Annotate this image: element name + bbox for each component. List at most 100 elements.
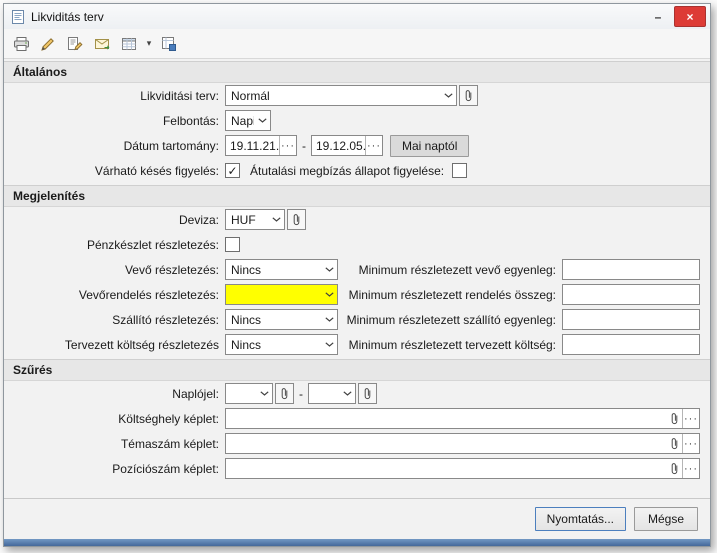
envelope-icon [94,36,111,52]
transfer-watch-label: Átutalási megbízás állapot figyelése: [250,164,444,178]
supplier-detail-label: Szállító részletezés: [4,313,225,327]
planned-cost-min-label: Minimum részletezett tervezett költség: [338,338,562,352]
journal-separator: - [299,387,303,401]
customer-detail-select[interactable]: Nincs [225,259,338,280]
position-attachment-button[interactable] [666,459,682,478]
customer-min-balance-input[interactable] [562,259,700,280]
chevron-down-icon [325,267,334,272]
position-formula-label: Pozíciószám képlet: [4,462,225,476]
supplier-min-label: Minimum részletezett szállító egyenleg: [338,313,562,327]
liquidity-plan-label: Likviditási terv: [4,89,225,103]
currency-attachment-button[interactable] [287,209,306,230]
position-formula-browse-button[interactable]: ··· [682,459,699,478]
section-general: Általános [4,61,710,83]
toolbar: ▾ [4,29,710,59]
order-detail-label: Vevőrendelés részletezés: [4,288,225,302]
planned-cost-detail-label: Tervezett költség részletezés [4,338,225,352]
dialog-content: Általános Likviditási terv: Normál Felbo… [4,59,710,498]
liquidity-plan-attachment-button[interactable] [459,85,478,106]
chevron-down-icon [325,292,334,297]
print-toolbar-button[interactable] [9,32,33,56]
position-formula-input[interactable]: ··· [225,458,700,479]
watch-flags-row: Várható késés figyelés: ✓ Átutalási megb… [4,158,710,183]
chevron-down-icon [258,118,267,123]
cash-detail-checkbox[interactable] [225,237,240,252]
grid-settings-toolbar-button[interactable] [157,32,181,56]
grid-view-dropdown-caret[interactable]: ▾ [144,32,154,56]
document-pencil-icon [67,36,83,52]
close-button[interactable]: × [674,6,706,27]
customer-detail-row: Vevő részletezés: Nincs Minimum részlete… [4,257,710,282]
currency-select[interactable]: HUF [225,209,285,230]
email-toolbar-button[interactable] [90,32,114,56]
titlebar[interactable]: Likviditás terv – × [4,4,710,29]
paperclip-icon [292,213,301,226]
cash-detail-label: Pénzkészlet részletezés: [4,238,225,252]
section-display: Megjelenítés [4,185,710,207]
costcenter-formula-label: Költséghely képlet: [4,412,225,426]
edit-form-toolbar-button[interactable] [63,32,87,56]
cash-detail-row: Pénzkészlet részletezés: [4,232,710,257]
dialog-window: Likviditás terv – × ▾ Általános Likvidit… [3,3,711,547]
grid-icon [121,36,137,52]
resolution-select[interactable]: Napi [225,110,271,131]
journal-label: Naplójel: [4,387,225,401]
journal-to-select[interactable] [308,383,356,404]
paperclip-icon [670,412,679,425]
customer-min-label: Minimum részletezett vevő egyenleg: [338,263,562,277]
costcenter-formula-input[interactable]: ··· [225,408,700,429]
costcenter-attachment-button[interactable] [666,409,682,428]
paperclip-icon [670,462,679,475]
topic-formula-browse-button[interactable]: ··· [682,434,699,453]
paperclip-icon [280,387,289,400]
liquidity-plan-select[interactable]: Normál [225,85,457,106]
chevron-down-icon [325,342,334,347]
from-today-button[interactable]: Mai naptól [390,135,469,157]
costcenter-formula-row: Költséghely képlet: ··· [4,406,710,431]
delay-watch-label: Várható késés figyelés: [4,164,225,178]
paperclip-icon [363,387,372,400]
print-button[interactable]: Nyomtatás... [535,507,626,531]
date-to-field[interactable]: 19.12.05. ··· [311,135,383,156]
supplier-min-balance-input[interactable] [562,309,700,330]
journal-from-select[interactable] [225,383,273,404]
transfer-watch-checkbox[interactable] [452,163,467,178]
topic-attachment-button[interactable] [666,434,682,453]
pencil-icon [40,36,56,52]
design-toolbar-button[interactable] [36,32,60,56]
date-to-picker-button[interactable]: ··· [365,136,382,155]
paperclip-icon [464,89,473,102]
order-min-amount-input[interactable] [562,284,700,305]
topic-formula-row: Témaszám képlet: ··· [4,431,710,456]
check-icon: ✓ [227,165,237,177]
supplier-detail-row: Szállító részletezés: Nincs Minimum rész… [4,307,710,332]
chevron-down-icon [260,391,269,396]
planned-cost-detail-select[interactable]: Nincs [225,334,338,355]
date-from-picker-button[interactable]: ··· [279,136,296,155]
cancel-button[interactable]: Mégse [634,507,698,531]
window-title: Likviditás terv [31,10,646,24]
supplier-detail-select[interactable]: Nincs [225,309,338,330]
planned-cost-min-input[interactable] [562,334,700,355]
grid-view-toolbar-button[interactable] [117,32,141,56]
paperclip-icon [670,437,679,450]
topic-formula-label: Témaszám képlet: [4,437,225,451]
delay-watch-checkbox[interactable]: ✓ [225,163,240,178]
planned-cost-detail-row: Tervezett költség részletezés Nincs Mini… [4,332,710,357]
journal-row: Naplójel: - [4,381,710,406]
footer: Nyomtatás... Mégse [4,498,710,539]
section-filter: Szűrés [4,359,710,381]
journal-from-attachment-button[interactable] [275,383,294,404]
topic-formula-input[interactable]: ··· [225,433,700,454]
app-icon [10,9,26,25]
minimize-button[interactable]: – [646,7,670,26]
order-min-label: Minimum részletezett rendelés összeg: [338,288,562,302]
date-from-field[interactable]: 19.11.21. ··· [225,135,297,156]
liquidity-plan-row: Likviditási terv: Normál [4,83,710,108]
order-detail-select[interactable] [225,284,338,305]
grid-blue-icon [161,36,177,52]
journal-to-attachment-button[interactable] [358,383,377,404]
customer-detail-label: Vevő részletezés: [4,263,225,277]
date-range-label: Dátum tartomány: [4,139,225,153]
costcenter-formula-browse-button[interactable]: ··· [682,409,699,428]
